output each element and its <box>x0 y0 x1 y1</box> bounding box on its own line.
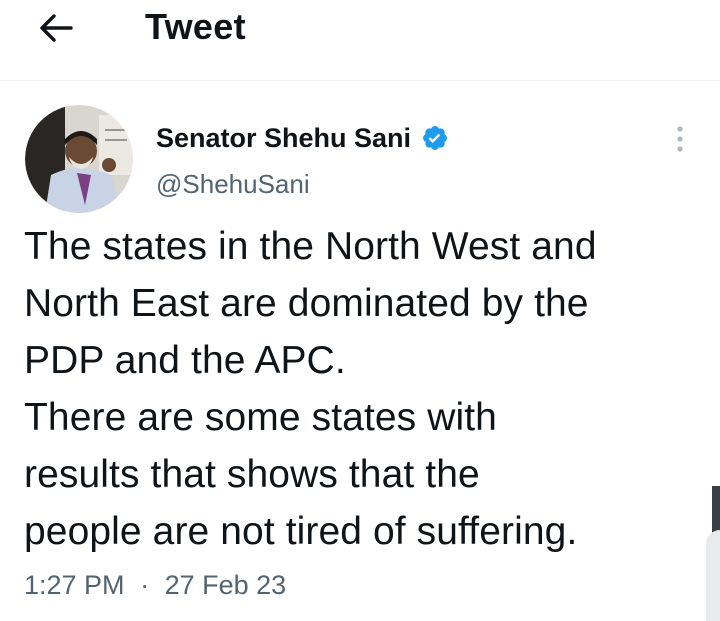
top-app-bar: Tweet <box>0 0 720 81</box>
tweet-text-line: North East are dominated by the <box>24 282 589 325</box>
avatar[interactable] <box>25 105 133 213</box>
tweet-text-line: people are not tired of suffering. <box>24 510 578 553</box>
more-vertical-icon <box>677 126 683 152</box>
tweet-text-line: results that shows that the <box>24 453 480 496</box>
tweet-date[interactable]: 27 Feb 23 <box>165 570 287 600</box>
author-handle[interactable]: @ShehuSani <box>156 167 310 201</box>
avatar-photo <box>25 105 133 213</box>
back-button[interactable] <box>30 4 82 52</box>
tweet-text-line: The states in the North West and <box>24 225 597 268</box>
tweet-text: The states in the North West and North E… <box>24 218 714 560</box>
tweet-time[interactable]: 1:27 PM <box>24 570 125 600</box>
more-options-button[interactable] <box>665 122 695 156</box>
tweet-text-line: PDP and the APC. <box>24 339 346 382</box>
arrow-left-icon <box>40 14 73 42</box>
tweet-text-line: There are some states with <box>24 396 497 439</box>
tweet-detail-screen: Tweet Senator Shehu Sani @ShehuSani The … <box>0 0 720 621</box>
author-name-row[interactable]: Senator Shehu Sani <box>156 120 449 156</box>
meta-separator: · <box>140 570 150 600</box>
verified-badge-icon <box>421 124 449 152</box>
edge-fragment-inner <box>706 530 720 621</box>
page-title: Tweet <box>145 6 246 47</box>
tweet-timestamp: 1:27 PM · 27 Feb 23 <box>24 566 286 604</box>
author-name: Senator Shehu Sani <box>156 123 412 153</box>
